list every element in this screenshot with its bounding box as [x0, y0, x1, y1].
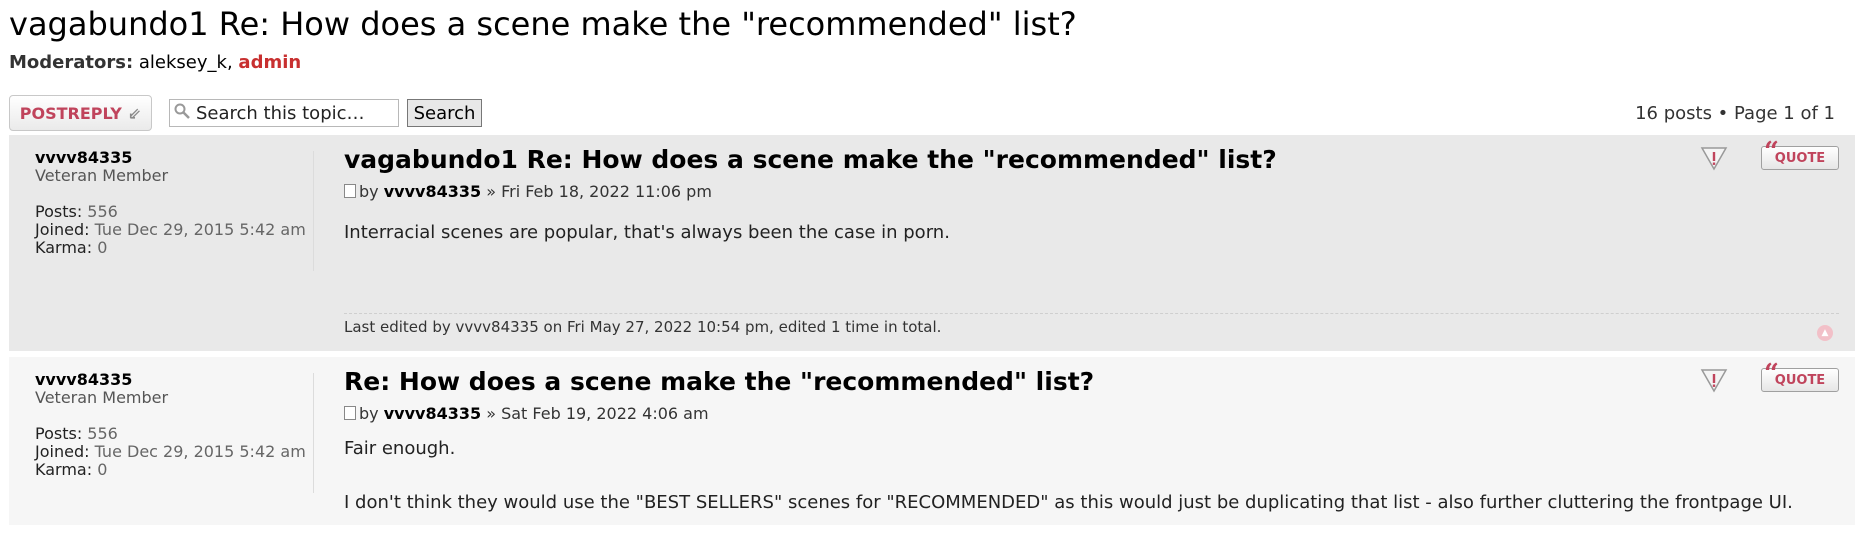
post-profile: vvvv84335 Veteran Member Posts: 556 Join… [35, 149, 310, 257]
post-date: » Fri Feb 18, 2022 11:06 pm [486, 182, 712, 201]
post-date: » Sat Feb 19, 2022 4:06 am [486, 404, 709, 423]
moderators-line: Moderators: aleksey_k, admin [9, 52, 1855, 73]
posts-count[interactable]: 556 [87, 424, 118, 443]
post-title[interactable]: vagabundo1 Re: How does a scene make the… [344, 145, 1839, 175]
posts-label: Posts: [35, 424, 83, 443]
profile-joined: Joined: Tue Dec 29, 2015 5:42 am [35, 221, 310, 239]
file-icon[interactable] [344, 184, 356, 198]
karma-label: Karma: [35, 460, 93, 479]
edit-notice: Last edited by vvvv84335 on Fri May 27, … [344, 313, 1839, 336]
post: vvvv84335 Veteran Member Posts: 556 Join… [9, 357, 1855, 525]
post-author-link[interactable]: vvvv84335 [384, 404, 481, 423]
karma-value: 0 [97, 238, 108, 257]
pagination: 16 posts • Page 1 of 1 [1635, 103, 1835, 124]
post-body: vagabundo1 Re: How does a scene make the… [344, 145, 1839, 345]
post-profile: vvvv84335 Veteran Member Posts: 556 Join… [35, 371, 310, 479]
profile-karma: Karma: 0 [35, 461, 310, 479]
post: vvvv84335 Veteran Member Posts: 556 Join… [9, 135, 1855, 351]
quote-label: QUOTE [1774, 372, 1826, 388]
author-link[interactable]: vvvv84335 [35, 149, 310, 167]
joined-date: Tue Dec 29, 2015 5:42 am [94, 442, 306, 461]
profile-divider [313, 373, 314, 493]
page: vagabundo1 Re: How does a scene make the… [0, 0, 1864, 525]
by-label: by [359, 404, 379, 423]
post-actions: “ QUOTE [1699, 137, 1839, 171]
search-input[interactable] [194, 101, 398, 125]
post-paragraph: I don't think they would use the "BEST S… [344, 492, 1793, 513]
posts-label: Posts: [35, 202, 83, 221]
moderator-separator: , [226, 52, 233, 73]
post-reply-button[interactable]: POSTREPLY ⇙ [9, 95, 152, 131]
post-title[interactable]: Re: How does a scene make the "recommend… [344, 367, 1839, 397]
quote-button[interactable]: “ QUOTE [1761, 137, 1839, 170]
edit-prefix: Last edited by [344, 318, 451, 336]
author-link[interactable]: vvvv84335 [35, 371, 310, 389]
post-paragraph: Fair enough. [344, 438, 456, 459]
post-content: Fair enough. I don't think they would us… [344, 437, 1839, 515]
quote-label: QUOTE [1774, 150, 1826, 166]
quote-icon: “ [1764, 359, 1779, 389]
post-content: Interracial scenes are popular, that's a… [344, 221, 1839, 245]
author-rank: Veteran Member [35, 388, 169, 407]
search-box [169, 99, 399, 127]
search-button[interactable]: Search [407, 99, 482, 127]
moderator-link[interactable]: aleksey_k [139, 52, 227, 73]
post-author-line: by vvvv84335 » Sat Feb 19, 2022 4:06 am [344, 404, 1839, 423]
author-rank: Veteran Member [35, 166, 169, 185]
edit-suffix: on Fri May 27, 2022 10:54 pm, edited 1 t… [543, 318, 942, 336]
joined-label: Joined: [35, 220, 90, 239]
karma-value: 0 [97, 460, 108, 479]
magnifier-icon [174, 103, 194, 123]
action-bar: POSTREPLY ⇙ Search 16 posts • Page 1 of … [9, 95, 1855, 135]
file-icon[interactable] [344, 406, 356, 420]
profile-posts: Posts: 556 [35, 425, 310, 443]
topic-title[interactable]: vagabundo1 Re: How does a scene make the… [9, 0, 1855, 42]
post-body: Re: How does a scene make the "recommend… [344, 367, 1839, 545]
report-icon[interactable] [1699, 145, 1729, 171]
post-author-link[interactable]: vvvv84335 [384, 182, 481, 201]
back-to-top-icon[interactable]: ▲ [1817, 325, 1833, 341]
profile-karma: Karma: 0 [35, 239, 310, 257]
edit-user-link[interactable]: vvvv84335 [456, 318, 539, 336]
post-reply-label: POSTREPLY [19, 103, 122, 123]
post-actions: “ QUOTE [1699, 359, 1839, 393]
post-author-line: by vvvv84335 » Fri Feb 18, 2022 11:06 pm [344, 182, 1839, 201]
karma-label: Karma: [35, 238, 93, 257]
posts-count[interactable]: 556 [87, 202, 118, 221]
profile-posts: Posts: 556 [35, 203, 310, 221]
post-paragraph: Interracial scenes are popular, that's a… [344, 222, 950, 243]
profile-divider [313, 151, 314, 271]
profile-joined: Joined: Tue Dec 29, 2015 5:42 am [35, 443, 310, 461]
quote-icon: “ [1764, 137, 1779, 167]
moderator-admin-link[interactable]: admin [238, 52, 301, 73]
by-label: by [359, 182, 379, 201]
moderators-label: Moderators: [9, 52, 134, 73]
report-icon[interactable] [1699, 367, 1729, 393]
joined-label: Joined: [35, 442, 90, 461]
quote-button[interactable]: “ QUOTE [1761, 359, 1839, 392]
arrow-icon: ⇙ [127, 103, 142, 123]
joined-date: Tue Dec 29, 2015 5:42 am [94, 220, 306, 239]
